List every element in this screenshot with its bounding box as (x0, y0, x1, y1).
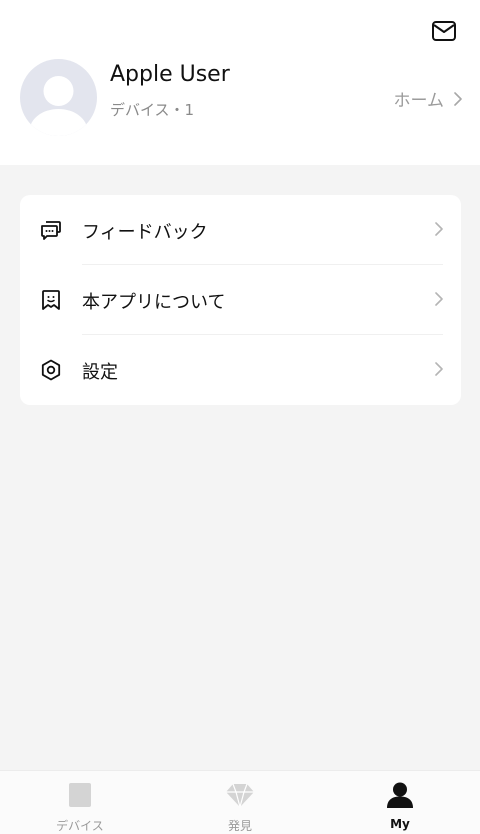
menu-item-label: フィードバック (82, 222, 208, 243)
profile-header: Apple User デバイス・1 ホーム (0, 0, 480, 165)
device-count: デバイス・1 (110, 101, 195, 119)
avatar[interactable] (20, 59, 97, 136)
settings-hexagon-icon (41, 359, 61, 381)
tab-label: 発見 (227, 819, 252, 833)
tab-label: My (390, 817, 410, 831)
user-profile-icon (387, 782, 413, 808)
tab-discover[interactable]: 発見 (160, 771, 320, 834)
mail-button[interactable] (429, 18, 459, 44)
mail-icon (432, 21, 456, 41)
feedback-chat-icon (41, 221, 61, 240)
tab-label: デバイス (56, 819, 104, 833)
about-app-icon (42, 290, 60, 310)
user-name[interactable]: Apple User (110, 62, 230, 87)
menu-item-settings[interactable]: 設定 (20, 335, 461, 405)
bottom-tab-bar: デバイス 発見 My (0, 770, 480, 834)
home-link-label: ホーム (393, 91, 445, 111)
tab-devices[interactable]: デバイス (0, 771, 160, 834)
home-link[interactable]: ホーム (394, 86, 463, 111)
tab-my[interactable]: My (320, 771, 480, 834)
menu-item-about[interactable]: 本アプリについて (20, 265, 461, 335)
default-avatar-icon (29, 76, 88, 136)
chevron-right-icon (435, 222, 443, 236)
chevron-right-icon (435, 292, 443, 306)
device-square-icon (69, 783, 91, 807)
menu-item-feedback[interactable]: フィードバック (20, 195, 461, 265)
chevron-right-icon (454, 91, 462, 106)
menu-card: フィードバック 本アプリについて 設定 (20, 195, 461, 405)
menu-item-label: 本アプリについて (82, 292, 226, 313)
menu-item-label: 設定 (82, 362, 118, 383)
discover-diamond-icon (226, 783, 254, 808)
chevron-right-icon (435, 362, 443, 376)
